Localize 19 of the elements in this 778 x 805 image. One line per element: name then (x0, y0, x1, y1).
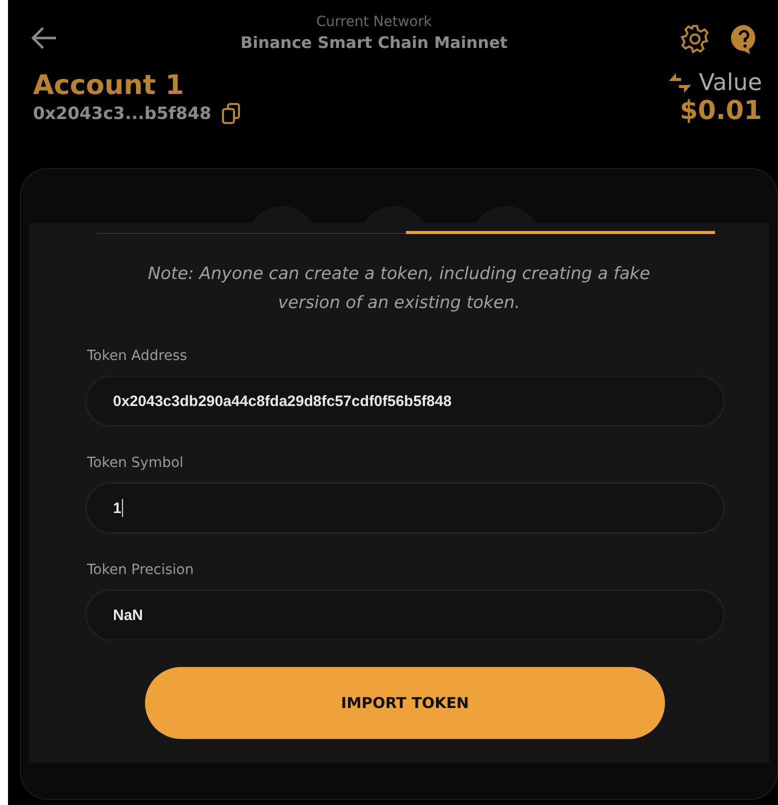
network-label: Current Network (316, 14, 432, 30)
back-arrow-icon[interactable] (30, 26, 58, 50)
network-name: Binance Smart Chain Mainnet (240, 33, 508, 52)
input-field[interactable]: 1 (85, 482, 725, 534)
swap-arrows-icon[interactable] (666, 71, 693, 95)
account-address: 0x2043c3...b5f848 (33, 104, 212, 124)
account-name: Account 1 (33, 70, 185, 101)
copy-icon[interactable] (221, 103, 242, 125)
input-field[interactable]: NaN (85, 589, 725, 641)
value-amount: $0.01 (680, 96, 762, 126)
help-icon[interactable] (730, 24, 758, 54)
note-text: Note: Anyone can create a token, including creating a fake version of an existing token. (146, 263, 652, 315)
field-label: Token Precision (87, 562, 195, 578)
value-label: Value (698, 70, 762, 96)
field-label: Token Address (87, 348, 188, 364)
settings-icon[interactable] (680, 24, 710, 54)
input-field[interactable]: 0x2043c3db290a44c8fda29d8fc57cdf0f56b5f848 (85, 375, 725, 427)
field-label: Token Symbol (87, 455, 184, 471)
import-token-button[interactable]: IMPORT TOKEN (145, 667, 665, 739)
